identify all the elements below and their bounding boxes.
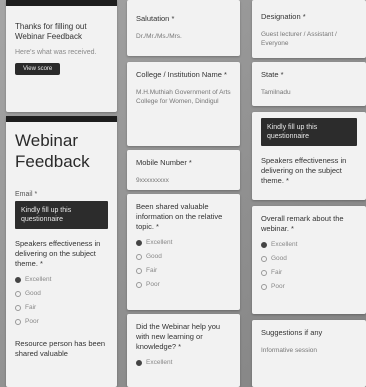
q-state-label: State * (261, 70, 284, 79)
overall-card: Overall remark about the webinar. * Exce… (252, 206, 366, 314)
radio-icon (15, 304, 21, 311)
radio-icon (136, 281, 142, 288)
radio-selected-icon (136, 239, 142, 246)
column-2: Salutation * Dr./Mr./Ms./Mrs. College / … (127, 0, 240, 387)
salutation-answer: Dr./Mr./Ms./Mrs. (136, 33, 182, 40)
form-card: Webinar Feedback Email * Kindly fill up … (6, 116, 117, 387)
option-fair[interactable]: Fair (136, 267, 231, 274)
suggestions-answer: Informative session (261, 347, 317, 354)
radio-icon (136, 253, 142, 260)
option-excellent[interactable]: Excellent (136, 359, 231, 366)
option-poor[interactable]: Poor (261, 283, 357, 290)
thanks-subtitle: Here's what was received. (15, 49, 97, 56)
option-good[interactable]: Good (15, 290, 108, 297)
option-good[interactable]: Good (136, 253, 231, 260)
option-excellent[interactable]: Excellent (136, 239, 231, 246)
section-2-card: Kindly fill up this questionnaire Speake… (252, 112, 366, 200)
form-header-bar (6, 116, 117, 122)
q-shared-label: Been shared valuable information on the … (136, 202, 223, 231)
q-suggestions-label: Suggestions if any (261, 328, 323, 337)
radio-icon (15, 318, 21, 325)
q-learning-label: Did the Webinar help you with new learni… (136, 322, 221, 351)
form-title: Webinar Feedback (15, 131, 90, 171)
q-resource-label: Resource person has been shared valuable (15, 339, 106, 358)
designation-card: Designation * Guest lecturer / Assistant… (252, 0, 366, 58)
option-poor[interactable]: Poor (136, 281, 231, 288)
option-poor[interactable]: Poor (15, 318, 108, 325)
q-designation-label: Designation * (261, 12, 306, 21)
option-good[interactable]: Good (261, 255, 357, 262)
q-speakers-col3-label: Speakers effectiveness in delivering on … (261, 156, 347, 185)
thanks-card: Thanks for filling out Webinar Feedback … (6, 0, 117, 112)
college-card: College / Institution Name * M.H.Muthiah… (127, 62, 240, 146)
radio-selected-icon (261, 241, 267, 248)
salutation-card: Salutation * Dr./Mr./Ms./Mrs. (127, 0, 240, 56)
q-salutation-label: Salutation * (136, 14, 175, 23)
radio-selected-icon (15, 276, 21, 283)
q-overall-label: Overall remark about the webinar. * (261, 214, 344, 233)
thanks-title: Thanks for filling out Webinar Feedback (15, 22, 87, 41)
header-bar (6, 0, 117, 6)
radio-icon (15, 290, 21, 297)
option-excellent[interactable]: Excellent (261, 241, 357, 248)
state-answer: Tamilnadu (261, 89, 291, 96)
form-response-screenshot: Thanks for filling out Webinar Feedback … (0, 0, 366, 387)
column-1: Thanks for filling out Webinar Feedback … (6, 0, 117, 387)
designation-answer: Guest lecturer / Assistant / Everyone (261, 31, 337, 47)
shared-card: Been shared valuable information on the … (127, 194, 240, 310)
mobile-card: Mobile Number * 9xxxxxxxxx (127, 150, 240, 190)
radio-selected-icon (136, 359, 142, 366)
option-fair[interactable]: Fair (261, 269, 357, 276)
section-2-banner: Kindly fill up this questionnaire (261, 118, 357, 146)
state-card: State * Tamilnadu (252, 62, 366, 106)
option-fair[interactable]: Fair (15, 304, 108, 311)
column-3: Designation * Guest lecturer / Assistant… (252, 0, 366, 387)
radio-icon (261, 255, 267, 262)
q-college-label: College / Institution Name * (136, 70, 227, 79)
q-mobile-label: Mobile Number * (136, 158, 192, 167)
college-answer: M.H.Muthiah Government of Arts College f… (136, 89, 231, 105)
mobile-answer: 9xxxxxxxxx (136, 177, 169, 184)
radio-icon (136, 267, 142, 274)
q-speakers-label: Speakers effectiveness in delivering on … (15, 239, 101, 268)
learning-card: Did the Webinar help you with new learni… (127, 314, 240, 387)
view-score-button[interactable]: View score (15, 63, 61, 75)
email-label: Email * (15, 191, 38, 198)
suggestions-card: Suggestions if any Informative session (252, 320, 366, 387)
radio-icon (261, 283, 267, 290)
section-1-banner: Kindly fill up this questionnaire (15, 201, 108, 229)
option-excellent[interactable]: Excellent (15, 276, 108, 283)
radio-icon (261, 269, 267, 276)
